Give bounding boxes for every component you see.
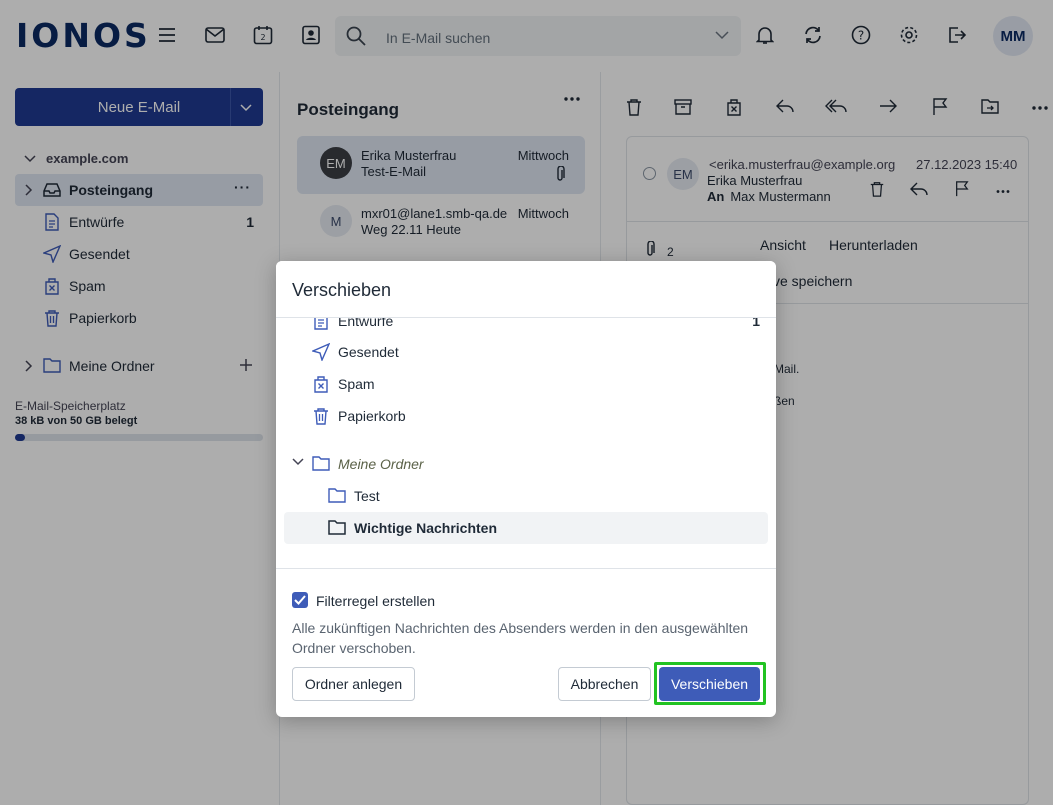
folder-label: Wichtige Nachrichten bbox=[354, 520, 498, 536]
folder-icon bbox=[312, 455, 330, 471]
folder-option-sent[interactable]: Gesendet bbox=[284, 336, 768, 368]
divider bbox=[276, 568, 776, 569]
check-icon bbox=[294, 595, 306, 605]
folder-icon bbox=[328, 519, 346, 535]
chevron-down-icon[interactable] bbox=[292, 458, 304, 466]
filter-rule-hint: Alle zukünftigen Nachrichten des Absende… bbox=[292, 620, 749, 656]
folder-label: Gesendet bbox=[338, 344, 399, 360]
folder-option-my-folders[interactable]: Meine Ordner bbox=[284, 448, 768, 480]
folder-label: Spam bbox=[338, 376, 375, 392]
divider bbox=[276, 317, 776, 318]
folder-icon bbox=[328, 487, 346, 503]
move-dialog: Verschieben Entwürfe 1 Verschieben Gesen… bbox=[276, 261, 776, 717]
folder-option-test[interactable]: Test bbox=[284, 480, 768, 512]
spam-icon bbox=[312, 375, 330, 393]
move-button[interactable]: Verschieben bbox=[659, 667, 760, 701]
folder-label: Papierkorb bbox=[338, 408, 406, 424]
folder-label: Test bbox=[354, 488, 380, 504]
create-folder-button[interactable]: Ordner anlegen bbox=[292, 667, 415, 701]
dialog-title: Verschieben bbox=[292, 280, 392, 300]
filter-rule-label[interactable]: Filterregel erstellen bbox=[316, 593, 435, 609]
send-icon bbox=[312, 343, 330, 361]
trash-icon bbox=[312, 407, 330, 425]
folder-option-spam[interactable]: Spam bbox=[284, 368, 768, 400]
folder-option-trash[interactable]: Papierkorb bbox=[284, 400, 768, 432]
folder-label: Meine Ordner bbox=[338, 456, 424, 472]
cancel-button[interactable]: Abbrechen bbox=[558, 667, 651, 701]
folder-option-important[interactable]: Wichtige Nachrichten bbox=[284, 512, 768, 544]
dialog-header: Verschieben bbox=[276, 261, 776, 318]
filter-rule-checkbox[interactable] bbox=[292, 592, 308, 608]
